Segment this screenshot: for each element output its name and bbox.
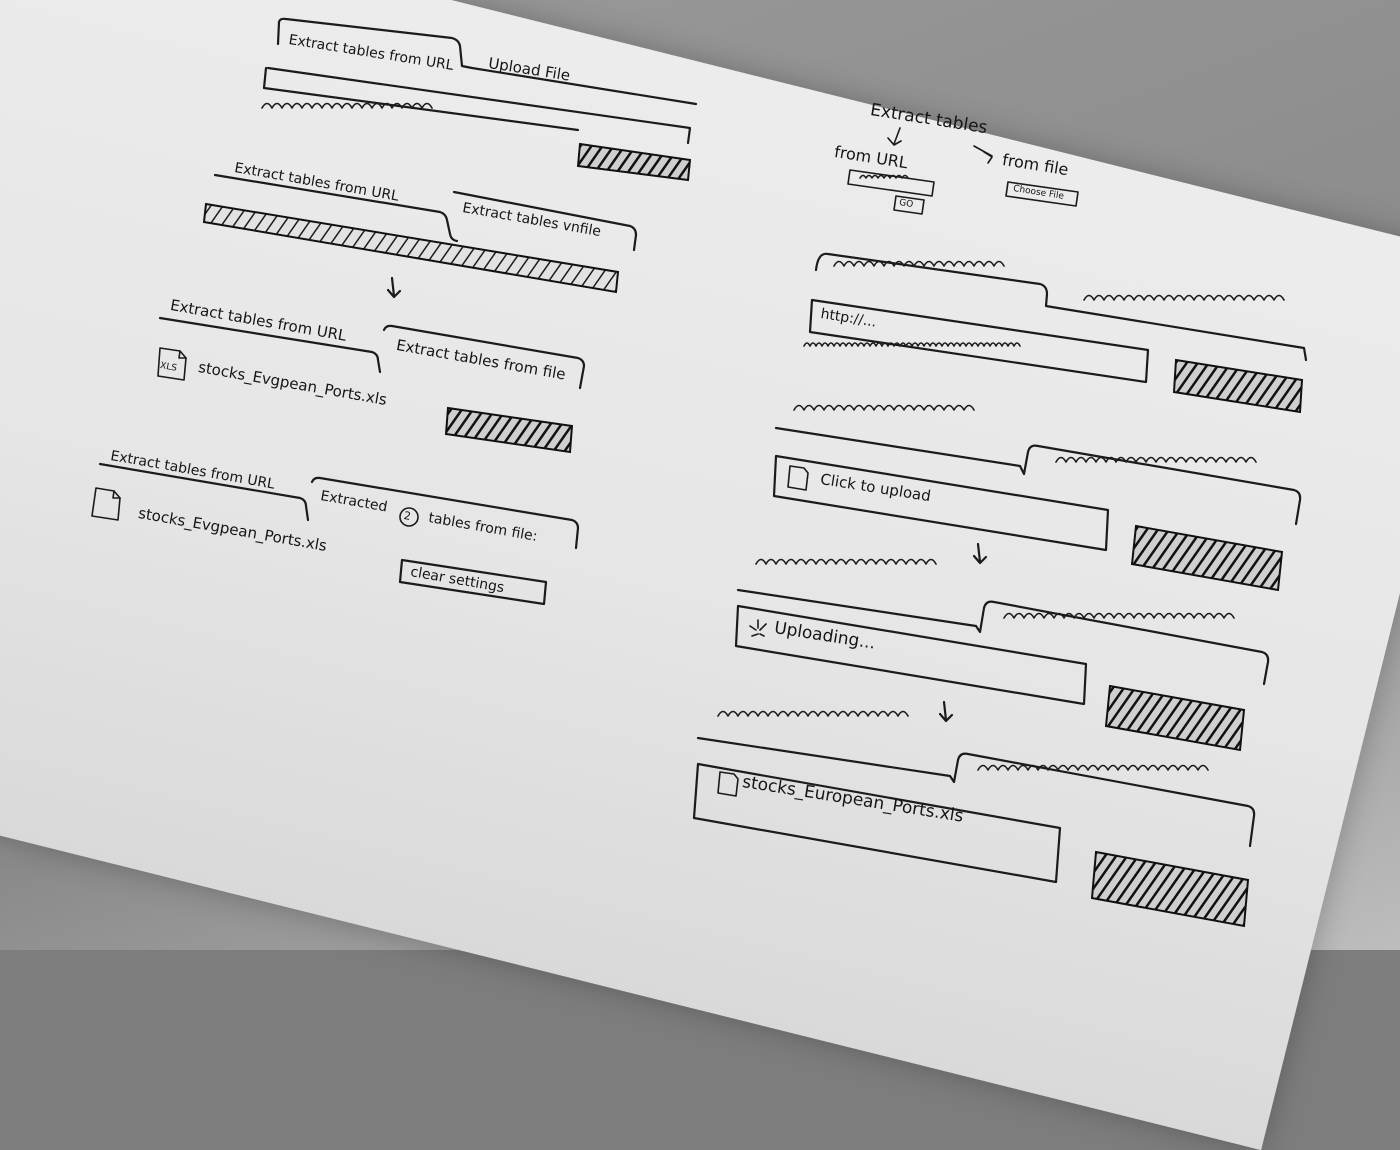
sketchD-tab2-scribble bbox=[977, 764, 1209, 771]
arrow-down-icon bbox=[938, 700, 954, 723]
sketchB-submit-button[interactable] bbox=[1130, 524, 1284, 592]
sketchA-submit-button[interactable] bbox=[1172, 358, 1304, 414]
sketch1-submit-button[interactable] bbox=[576, 142, 692, 182]
sketch1-url-input bbox=[262, 66, 692, 145]
file-icon bbox=[717, 771, 739, 797]
sketchB-tab1-scribble bbox=[793, 404, 975, 411]
sketchA-help-scribble bbox=[803, 342, 1021, 347]
sketchC-tab1-scribble bbox=[755, 558, 937, 565]
sketchC-submit-button[interactable] bbox=[1104, 684, 1246, 752]
file-icon bbox=[91, 487, 121, 521]
overview-url-input[interactable] bbox=[847, 169, 935, 197]
go-label[interactable]: GO bbox=[898, 198, 913, 210]
sketch1-tabs bbox=[276, 17, 698, 106]
sketch3-submit-button[interactable] bbox=[444, 406, 574, 454]
sketchB-file-icon bbox=[787, 465, 809, 491]
sketchD-tab1-scribble bbox=[717, 710, 909, 717]
sketchC-tab2-scribble bbox=[1003, 612, 1235, 619]
arrow-down-icon bbox=[386, 276, 402, 299]
spinner-icon bbox=[749, 619, 767, 637]
arrow-down-icon bbox=[972, 542, 988, 565]
sketchA-tab2-scribble bbox=[1083, 294, 1285, 301]
overview-url-scribble bbox=[859, 174, 909, 179]
sketchA-tab1-scribble bbox=[833, 260, 1005, 267]
sketch2-tabs bbox=[213, 173, 638, 252]
sketchD-submit-button[interactable] bbox=[1090, 850, 1250, 928]
sketchB-tab2-scribble bbox=[1055, 456, 1257, 463]
